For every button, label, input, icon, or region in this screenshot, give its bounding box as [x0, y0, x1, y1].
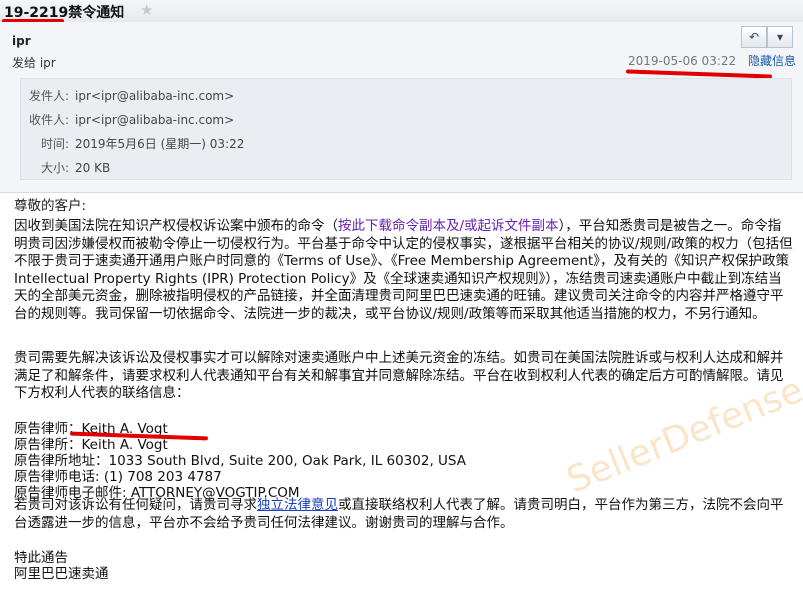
detail-size: 大小: 20 KB: [40, 161, 111, 175]
star-icon[interactable]: ★: [140, 1, 153, 19]
email-details-panel: 发件人: ipr<ipr@alibaba-inc.com> 收件人: ipr<ipr…: [20, 78, 792, 180]
email-date: 2019-05-06 03:22: [628, 54, 737, 68]
legal-advice-link[interactable]: 独立法律意见: [257, 497, 338, 513]
reply-icon[interactable]: ↶: [741, 26, 767, 48]
sender-name: ipr: [12, 34, 31, 48]
detail-to: 收件人: ipr<ipr@alibaba-inc.com>: [28, 113, 235, 127]
download-order-link[interactable]: 按此下载命令副本及/或起诉文件副本: [338, 218, 559, 234]
header-meta: 2019-05-06 03:22 隐藏信息: [628, 52, 796, 69]
paragraph-2: 贵司需要先解决该诉讼及侵权事实才可以解除对速卖通账户中上述美元资金的冻结。如贵司…: [14, 350, 784, 401]
paragraph-1: 因收到美国法院在知识产权侵权诉讼案中颁布的命令（按此下载命令副本及/或起诉文件副…: [14, 218, 793, 322]
greeting: 尊敬的客户:: [14, 198, 87, 214]
paragraph-3: 若贵司对该诉讼有任何疑问，请贵司寻求独立法律意见或直接联络权利人代表了解。请贵司…: [14, 497, 784, 531]
recipient-line: 发给 ipr: [12, 56, 56, 70]
subject-bar: 19-2219禁令通知 ★: [0, 0, 803, 23]
detail-time: 时间: 2019年5月6日 (星期一) 03:22: [40, 137, 245, 151]
hide-info-link[interactable]: 隐藏信息: [748, 54, 796, 68]
detail-from: 发件人: ipr<ipr@alibaba-inc.com>: [28, 89, 235, 103]
toolbar-buttons: ↶ ▾: [741, 26, 793, 48]
chevron-down-icon[interactable]: ▾: [767, 26, 793, 48]
closing-signature: 阿里巴巴速卖通: [14, 566, 109, 582]
